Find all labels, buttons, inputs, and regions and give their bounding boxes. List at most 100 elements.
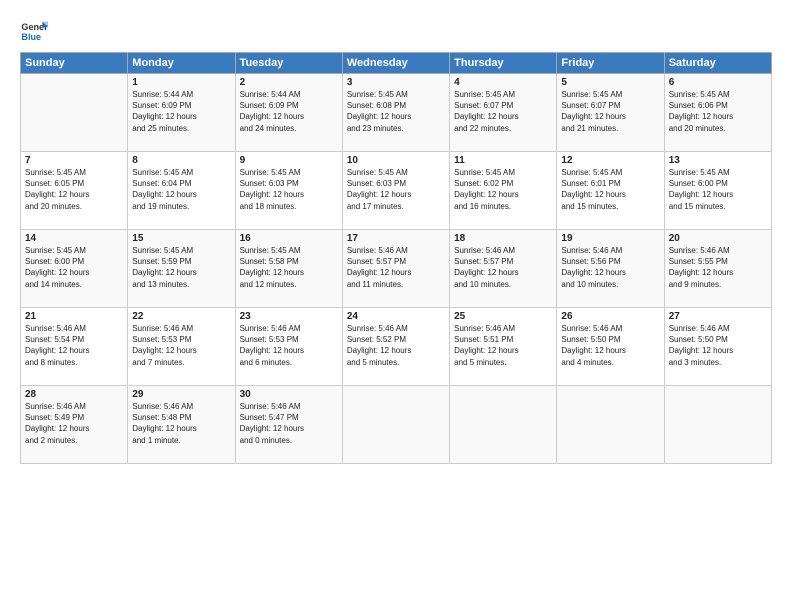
day-info: Sunrise: 5:46 AM Sunset: 5:49 PM Dayligh… (25, 401, 123, 446)
day-number: 5 (561, 77, 659, 88)
header-row: SundayMondayTuesdayWednesdayThursdayFrid… (21, 53, 772, 74)
day-info: Sunrise: 5:45 AM Sunset: 6:03 PM Dayligh… (347, 167, 445, 212)
day-number: 1 (132, 77, 230, 88)
day-cell (21, 74, 128, 152)
day-cell: 28Sunrise: 5:46 AM Sunset: 5:49 PM Dayli… (21, 386, 128, 464)
day-number: 24 (347, 311, 445, 322)
header-cell-saturday: Saturday (664, 53, 771, 74)
day-number: 17 (347, 233, 445, 244)
day-info: Sunrise: 5:45 AM Sunset: 6:05 PM Dayligh… (25, 167, 123, 212)
day-cell: 25Sunrise: 5:46 AM Sunset: 5:51 PM Dayli… (450, 308, 557, 386)
day-info: Sunrise: 5:46 AM Sunset: 5:53 PM Dayligh… (240, 323, 338, 368)
day-info: Sunrise: 5:46 AM Sunset: 5:52 PM Dayligh… (347, 323, 445, 368)
week-row-2: 14Sunrise: 5:45 AM Sunset: 6:00 PM Dayli… (21, 230, 772, 308)
day-info: Sunrise: 5:46 AM Sunset: 5:57 PM Dayligh… (347, 245, 445, 290)
day-number: 26 (561, 311, 659, 322)
day-number: 4 (454, 77, 552, 88)
day-number: 27 (669, 311, 767, 322)
day-info: Sunrise: 5:45 AM Sunset: 6:02 PM Dayligh… (454, 167, 552, 212)
day-cell (664, 386, 771, 464)
calendar-header: SundayMondayTuesdayWednesdayThursdayFrid… (21, 53, 772, 74)
day-info: Sunrise: 5:45 AM Sunset: 6:06 PM Dayligh… (669, 89, 767, 134)
day-cell: 3Sunrise: 5:45 AM Sunset: 6:08 PM Daylig… (342, 74, 449, 152)
day-cell (557, 386, 664, 464)
day-cell (342, 386, 449, 464)
day-number: 13 (669, 155, 767, 166)
day-info: Sunrise: 5:46 AM Sunset: 5:53 PM Dayligh… (132, 323, 230, 368)
day-number: 8 (132, 155, 230, 166)
week-row-4: 28Sunrise: 5:46 AM Sunset: 5:49 PM Dayli… (21, 386, 772, 464)
day-cell: 8Sunrise: 5:45 AM Sunset: 6:04 PM Daylig… (128, 152, 235, 230)
day-info: Sunrise: 5:45 AM Sunset: 6:03 PM Dayligh… (240, 167, 338, 212)
day-number: 2 (240, 77, 338, 88)
day-number: 25 (454, 311, 552, 322)
day-number: 7 (25, 155, 123, 166)
header-cell-sunday: Sunday (21, 53, 128, 74)
day-info: Sunrise: 5:46 AM Sunset: 5:56 PM Dayligh… (561, 245, 659, 290)
week-row-3: 21Sunrise: 5:46 AM Sunset: 5:54 PM Dayli… (21, 308, 772, 386)
header-cell-friday: Friday (557, 53, 664, 74)
day-info: Sunrise: 5:45 AM Sunset: 6:04 PM Dayligh… (132, 167, 230, 212)
day-number: 29 (132, 389, 230, 400)
day-cell: 4Sunrise: 5:45 AM Sunset: 6:07 PM Daylig… (450, 74, 557, 152)
day-number: 14 (25, 233, 123, 244)
day-cell: 1Sunrise: 5:44 AM Sunset: 6:09 PM Daylig… (128, 74, 235, 152)
day-cell: 11Sunrise: 5:45 AM Sunset: 6:02 PM Dayli… (450, 152, 557, 230)
day-info: Sunrise: 5:46 AM Sunset: 5:57 PM Dayligh… (454, 245, 552, 290)
day-info: Sunrise: 5:45 AM Sunset: 6:00 PM Dayligh… (25, 245, 123, 290)
day-info: Sunrise: 5:45 AM Sunset: 6:01 PM Dayligh… (561, 167, 659, 212)
day-cell: 22Sunrise: 5:46 AM Sunset: 5:53 PM Dayli… (128, 308, 235, 386)
day-cell: 21Sunrise: 5:46 AM Sunset: 5:54 PM Dayli… (21, 308, 128, 386)
svg-text:Blue: Blue (21, 32, 41, 42)
day-number: 30 (240, 389, 338, 400)
day-number: 15 (132, 233, 230, 244)
day-cell: 9Sunrise: 5:45 AM Sunset: 6:03 PM Daylig… (235, 152, 342, 230)
day-info: Sunrise: 5:45 AM Sunset: 6:07 PM Dayligh… (561, 89, 659, 134)
logo: General Blue (20, 16, 48, 44)
day-info: Sunrise: 5:45 AM Sunset: 5:58 PM Dayligh… (240, 245, 338, 290)
day-cell: 16Sunrise: 5:45 AM Sunset: 5:58 PM Dayli… (235, 230, 342, 308)
logo-icon: General Blue (20, 16, 48, 44)
day-number: 10 (347, 155, 445, 166)
day-info: Sunrise: 5:46 AM Sunset: 5:55 PM Dayligh… (669, 245, 767, 290)
header-cell-tuesday: Tuesday (235, 53, 342, 74)
day-info: Sunrise: 5:44 AM Sunset: 6:09 PM Dayligh… (132, 89, 230, 134)
day-number: 28 (25, 389, 123, 400)
day-cell: 6Sunrise: 5:45 AM Sunset: 6:06 PM Daylig… (664, 74, 771, 152)
header-cell-wednesday: Wednesday (342, 53, 449, 74)
day-number: 19 (561, 233, 659, 244)
day-number: 23 (240, 311, 338, 322)
day-number: 12 (561, 155, 659, 166)
day-number: 18 (454, 233, 552, 244)
day-info: Sunrise: 5:45 AM Sunset: 6:07 PM Dayligh… (454, 89, 552, 134)
day-number: 20 (669, 233, 767, 244)
day-cell: 15Sunrise: 5:45 AM Sunset: 5:59 PM Dayli… (128, 230, 235, 308)
day-cell: 2Sunrise: 5:44 AM Sunset: 6:09 PM Daylig… (235, 74, 342, 152)
calendar-table: SundayMondayTuesdayWednesdayThursdayFrid… (20, 52, 772, 464)
calendar-body: 1Sunrise: 5:44 AM Sunset: 6:09 PM Daylig… (21, 74, 772, 464)
day-number: 9 (240, 155, 338, 166)
day-cell: 17Sunrise: 5:46 AM Sunset: 5:57 PM Dayli… (342, 230, 449, 308)
day-info: Sunrise: 5:46 AM Sunset: 5:47 PM Dayligh… (240, 401, 338, 446)
day-cell (450, 386, 557, 464)
day-cell: 19Sunrise: 5:46 AM Sunset: 5:56 PM Dayli… (557, 230, 664, 308)
day-number: 16 (240, 233, 338, 244)
day-info: Sunrise: 5:45 AM Sunset: 5:59 PM Dayligh… (132, 245, 230, 290)
header-cell-monday: Monday (128, 53, 235, 74)
day-cell: 13Sunrise: 5:45 AM Sunset: 6:00 PM Dayli… (664, 152, 771, 230)
day-number: 11 (454, 155, 552, 166)
day-cell: 18Sunrise: 5:46 AM Sunset: 5:57 PM Dayli… (450, 230, 557, 308)
day-info: Sunrise: 5:46 AM Sunset: 5:54 PM Dayligh… (25, 323, 123, 368)
day-cell: 30Sunrise: 5:46 AM Sunset: 5:47 PM Dayli… (235, 386, 342, 464)
day-cell: 7Sunrise: 5:45 AM Sunset: 6:05 PM Daylig… (21, 152, 128, 230)
day-cell: 23Sunrise: 5:46 AM Sunset: 5:53 PM Dayli… (235, 308, 342, 386)
day-cell: 29Sunrise: 5:46 AM Sunset: 5:48 PM Dayli… (128, 386, 235, 464)
day-number: 21 (25, 311, 123, 322)
day-cell: 5Sunrise: 5:45 AM Sunset: 6:07 PM Daylig… (557, 74, 664, 152)
day-cell: 14Sunrise: 5:45 AM Sunset: 6:00 PM Dayli… (21, 230, 128, 308)
day-cell: 26Sunrise: 5:46 AM Sunset: 5:50 PM Dayli… (557, 308, 664, 386)
day-info: Sunrise: 5:46 AM Sunset: 5:51 PM Dayligh… (454, 323, 552, 368)
day-number: 6 (669, 77, 767, 88)
page: General Blue SundayMondayTuesdayWednesda… (0, 0, 792, 612)
day-info: Sunrise: 5:46 AM Sunset: 5:48 PM Dayligh… (132, 401, 230, 446)
